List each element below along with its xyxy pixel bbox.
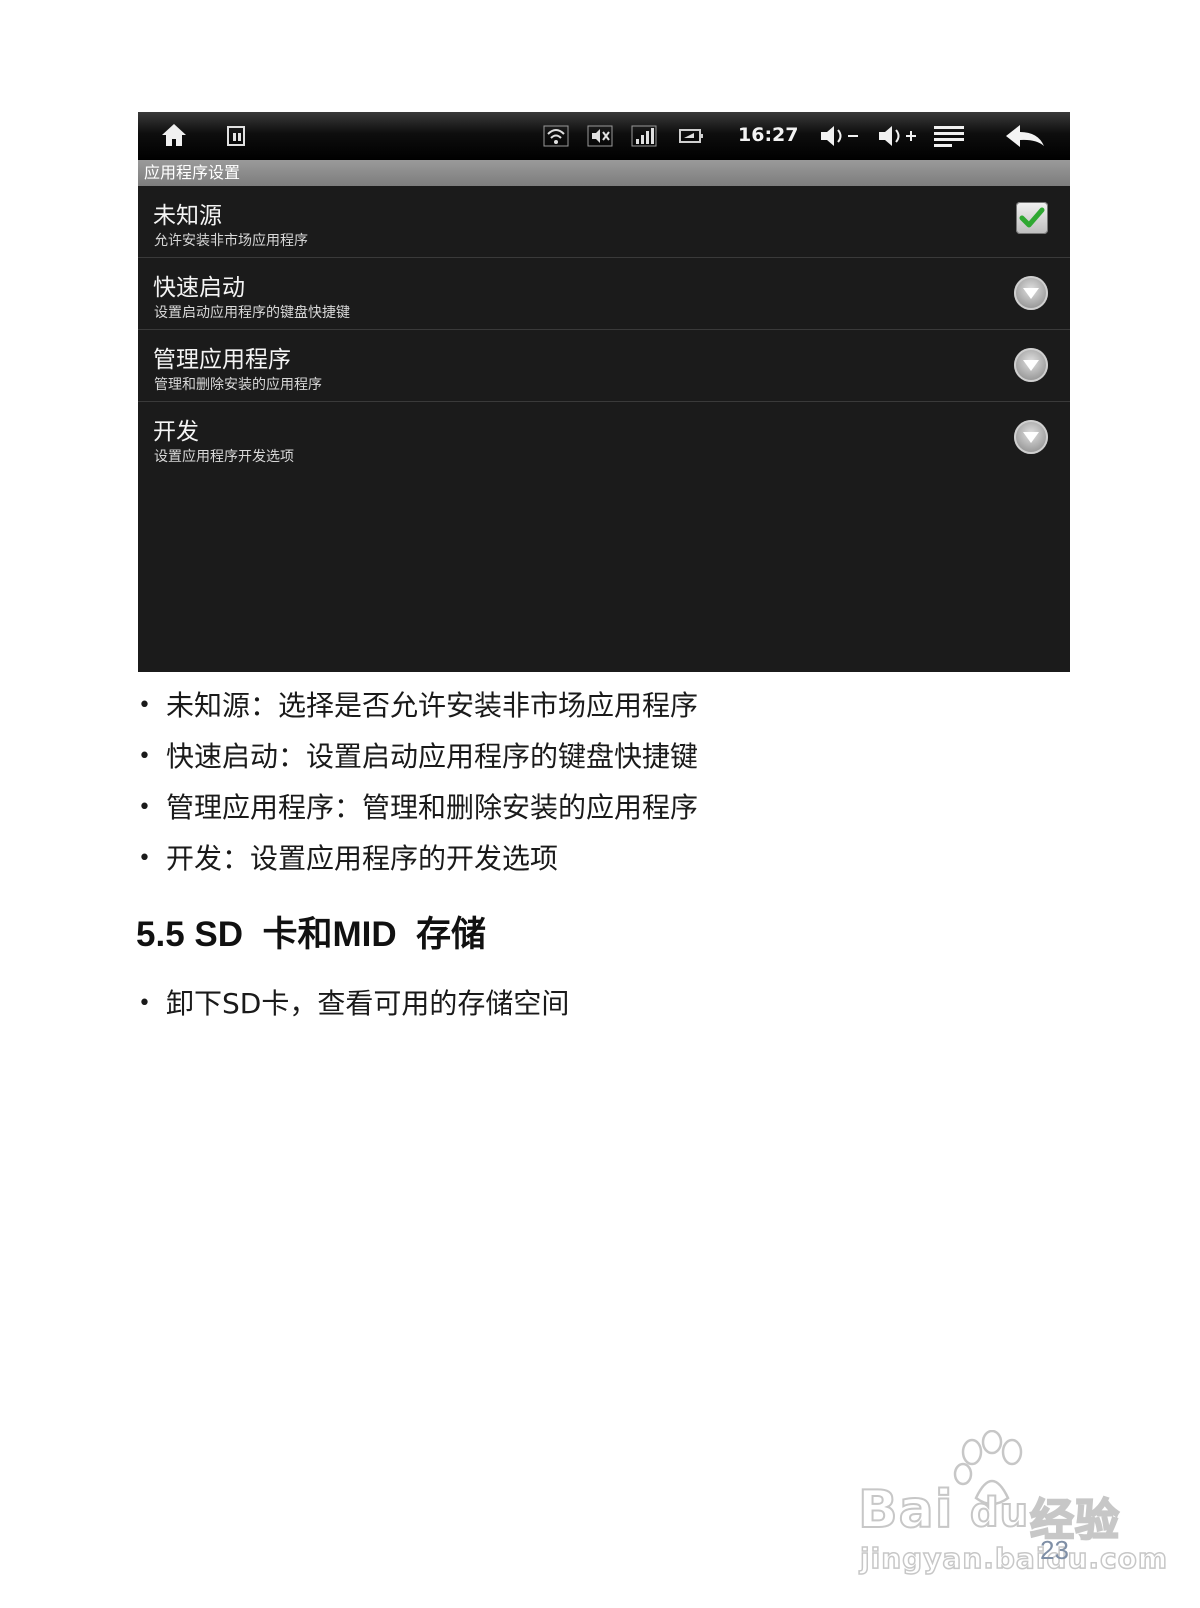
watermark-url: jingyan.baidu.com xyxy=(859,1541,1169,1576)
list-item: • 管理应用程序：管理和删除安装的应用程序 xyxy=(138,782,698,833)
chevron-down-icon[interactable] xyxy=(1014,276,1048,310)
section-heading: 5.5 SD 卡和MID 存储 xyxy=(136,915,487,954)
home-icon[interactable] xyxy=(160,122,188,148)
bullet-dot: • xyxy=(138,744,151,769)
bullet-dot: • xyxy=(138,795,151,820)
unknown-sources-checkbox[interactable] xyxy=(1016,202,1048,234)
setting-title: 开发 xyxy=(153,419,199,445)
setting-title: 快速启动 xyxy=(153,275,245,301)
settings-list: 未知源 允许安装非市场应用程序 快速启动 设置启动应用程序的键盘快捷键 管理应用… xyxy=(138,186,1070,474)
setting-summary: 设置启动应用程序的键盘快捷键 xyxy=(154,305,350,321)
setting-summary: 设置应用程序开发选项 xyxy=(154,449,294,465)
section-bullet-list: • 卸下SD卡，查看可用的存储空间 xyxy=(138,978,569,1029)
setting-title: 管理应用程序 xyxy=(153,347,291,373)
menu-icon[interactable] xyxy=(934,124,966,148)
setting-quick-launch[interactable]: 快速启动 设置启动应用程序的键盘快捷键 xyxy=(138,258,1070,330)
status-bar: 16:27 xyxy=(138,112,1070,160)
setting-manage-applications[interactable]: 管理应用程序 管理和删除安装的应用程序 xyxy=(138,330,1070,402)
setting-summary: 允许安装非市场应用程序 xyxy=(154,233,308,249)
wifi-icon xyxy=(543,125,569,147)
screenshot-icon[interactable] xyxy=(226,125,248,147)
checkmark-icon xyxy=(1019,207,1045,228)
mute-icon xyxy=(587,125,613,147)
volume-down-icon[interactable] xyxy=(818,122,862,150)
chevron-down-icon[interactable] xyxy=(1014,348,1048,382)
baidu-jingyan-watermark: Bai du 经验 jingyan.baidu.com xyxy=(857,1430,1168,1580)
bullet-dot: • xyxy=(138,846,151,871)
bullet-dot: • xyxy=(138,693,151,718)
volume-up-icon[interactable] xyxy=(876,122,920,150)
list-item: • 未知源：选择是否允许安装非市场应用程序 xyxy=(138,680,698,731)
back-icon[interactable] xyxy=(1004,122,1048,150)
watermark-brand-suffix: du xyxy=(969,1489,1030,1537)
device-screenshot: 16:27 应用程序设置 未知源 允许安装非市场应用程序 快速启动 设置启动应用… xyxy=(138,112,1070,672)
chevron-down-icon[interactable] xyxy=(1014,420,1048,454)
setting-development[interactable]: 开发 设置应用程序开发选项 xyxy=(138,402,1070,474)
watermark-brand: Bai xyxy=(857,1479,954,1541)
list-item: • 卸下SD卡，查看可用的存储空间 xyxy=(138,978,569,1029)
setting-unknown-sources[interactable]: 未知源 允许安装非市场应用程序 xyxy=(138,186,1070,258)
status-time: 16:27 xyxy=(738,124,799,146)
setting-title: 未知源 xyxy=(153,203,222,229)
screen-title: 应用程序设置 xyxy=(138,160,1070,186)
list-item: • 快速启动：设置启动应用程序的键盘快捷键 xyxy=(138,731,698,782)
list-item: • 开发：设置应用程序的开发选项 xyxy=(138,833,698,884)
setting-summary: 管理和删除安装的应用程序 xyxy=(154,377,322,393)
bullet-dot: • xyxy=(138,991,151,1016)
battery-icon xyxy=(679,129,703,143)
settings-description-list: • 未知源：选择是否允许安装非市场应用程序 • 快速启动：设置启动应用程序的键盘快捷… xyxy=(138,680,698,884)
page-number: 23 xyxy=(1040,1535,1069,1565)
signal-icon xyxy=(631,125,657,147)
